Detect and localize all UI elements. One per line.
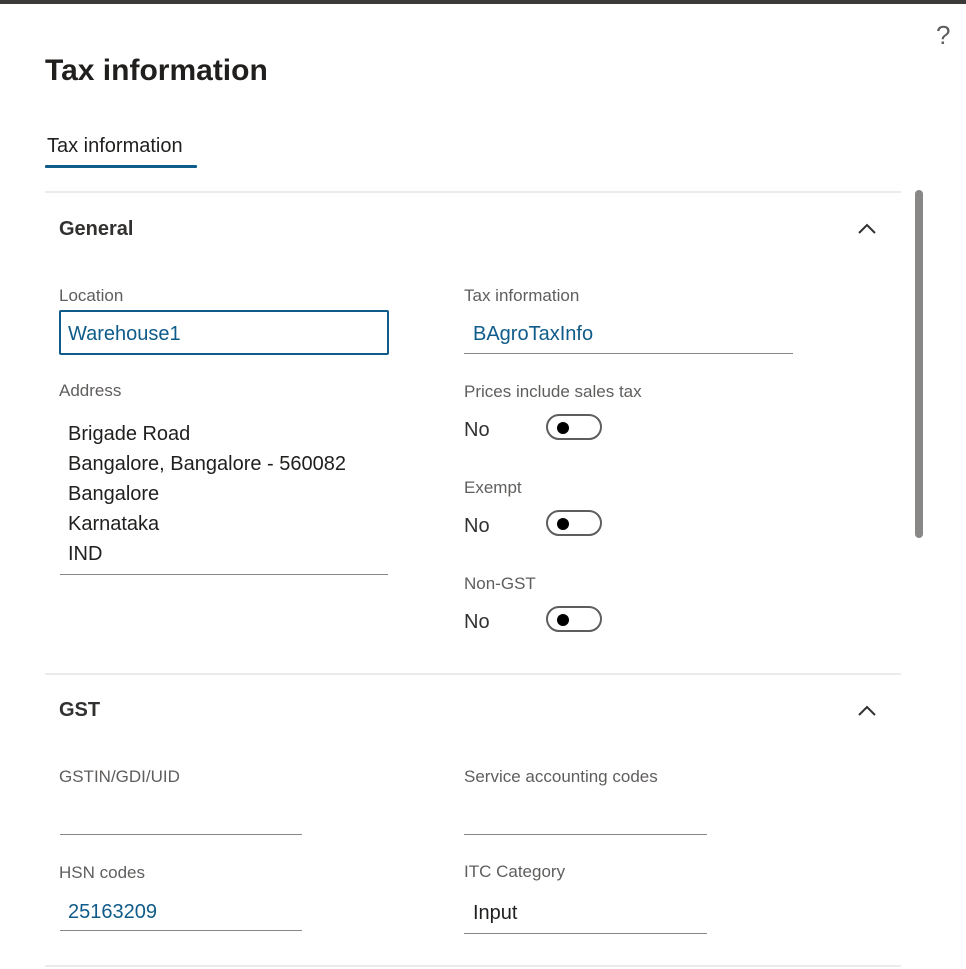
prices-include-sales-tax-state: No bbox=[464, 419, 490, 441]
section-divider bbox=[45, 965, 901, 967]
chevron-up-icon[interactable] bbox=[856, 700, 878, 722]
toggle-knob bbox=[557, 422, 569, 434]
location-value[interactable]: Warehouse1 bbox=[68, 321, 181, 347]
tab-selected-indicator bbox=[45, 165, 197, 168]
prices-include-sales-tax-label: Prices include sales tax bbox=[464, 382, 642, 401]
itc-category-value[interactable]: Input bbox=[473, 900, 517, 926]
hsn-codes-label: HSN codes bbox=[59, 863, 145, 882]
tax-information-label: Tax information bbox=[464, 286, 580, 305]
non-gst-state: No bbox=[464, 611, 490, 633]
hsn-codes-underline bbox=[60, 930, 302, 931]
toggle-knob bbox=[557, 518, 569, 530]
tab-tax-information[interactable]: Tax information bbox=[47, 133, 183, 159]
section-title-general[interactable]: General bbox=[59, 216, 133, 242]
itc-category-label: ITC Category bbox=[464, 862, 566, 881]
vertical-scrollbar[interactable] bbox=[915, 190, 923, 538]
hsn-codes-value[interactable]: 25163209 bbox=[68, 899, 157, 925]
service-accounting-codes-underline bbox=[464, 834, 707, 835]
page-title: Tax information bbox=[45, 54, 268, 87]
address-line: Bangalore, Bangalore - 560082 bbox=[68, 453, 346, 475]
exempt-state: No bbox=[464, 515, 490, 537]
chevron-up-icon[interactable] bbox=[856, 218, 878, 240]
section-divider bbox=[45, 191, 901, 193]
location-label: Location bbox=[59, 286, 124, 305]
tax-information-underline bbox=[464, 353, 793, 354]
section-title-gst[interactable]: GST bbox=[59, 697, 100, 723]
address-line: Karnataka bbox=[68, 513, 160, 535]
address-value: Brigade Road Bangalore, Bangalore - 5600… bbox=[68, 419, 346, 569]
help-icon[interactable]: ? bbox=[936, 20, 950, 50]
non-gst-toggle[interactable] bbox=[546, 606, 602, 632]
address-line: Brigade Road bbox=[68, 423, 191, 445]
address-line: IND bbox=[68, 543, 103, 565]
exempt-toggle[interactable] bbox=[546, 510, 602, 536]
service-accounting-codes-label: Service accounting codes bbox=[464, 767, 658, 786]
address-underline bbox=[60, 574, 388, 575]
gstin-label: GSTIN/GDI/UID bbox=[59, 767, 180, 786]
gstin-underline bbox=[60, 834, 302, 835]
non-gst-label: Non-GST bbox=[464, 574, 536, 593]
section-divider bbox=[45, 673, 901, 675]
toggle-knob bbox=[557, 614, 569, 626]
top-bar bbox=[0, 0, 966, 4]
prices-include-sales-tax-toggle[interactable] bbox=[546, 414, 602, 440]
tax-information-value[interactable]: BAgroTaxInfo bbox=[473, 321, 593, 347]
address-line: Bangalore bbox=[68, 483, 160, 505]
address-label: Address bbox=[59, 381, 122, 400]
exempt-label: Exempt bbox=[464, 478, 522, 497]
itc-category-underline bbox=[464, 933, 707, 934]
